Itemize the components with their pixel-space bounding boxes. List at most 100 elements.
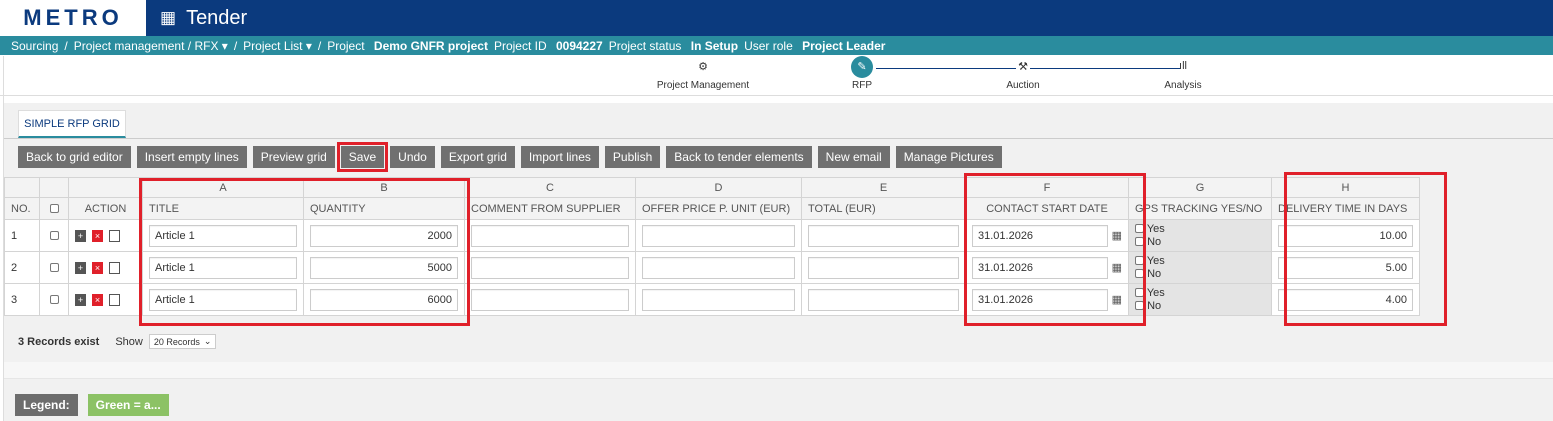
rfp-table: A B C D E F G H NO. ACTION TITLE QUANTIT… bbox=[4, 177, 1420, 316]
title-input[interactable]: Article 1 bbox=[149, 288, 297, 311]
contact-date-input[interactable]: 31.01.2026 bbox=[972, 288, 1108, 311]
back-to-grid-editor-button[interactable]: Back to grid editor bbox=[18, 146, 131, 168]
import-lines-button[interactable]: Import lines bbox=[520, 146, 599, 168]
new-email-button[interactable]: New email bbox=[817, 146, 890, 168]
export-grid-button[interactable]: Export grid bbox=[440, 146, 515, 168]
footer-band bbox=[4, 362, 1553, 379]
offer-price-input[interactable] bbox=[642, 288, 795, 311]
publish-button[interactable]: Publish bbox=[604, 146, 661, 168]
contact-date-input[interactable]: 31.01.2026 bbox=[972, 256, 1108, 279]
records-count: 3 Records exist bbox=[18, 335, 100, 348]
user-role: Project Leader bbox=[802, 38, 886, 53]
delivery-time-input[interactable]: 10.00 bbox=[1278, 224, 1413, 247]
contact-date-input[interactable]: 31.01.2026 bbox=[972, 224, 1108, 247]
breadcrumb-sourcing[interactable]: Sourcing bbox=[11, 39, 58, 53]
row-checkbox[interactable] bbox=[49, 263, 59, 273]
gps-no-checkbox[interactable] bbox=[1135, 301, 1144, 311]
gps-yes-label: Yes bbox=[1146, 254, 1165, 267]
calendar-icon[interactable]: ▦ bbox=[1112, 229, 1122, 242]
gps-yes-label: Yes bbox=[1146, 222, 1165, 235]
manage-pictures-button[interactable]: Manage Pictures bbox=[895, 146, 1002, 168]
rfp-grid: A B C D E F G H NO. ACTION TITLE QUANTIT… bbox=[4, 177, 1444, 317]
total-input[interactable] bbox=[808, 224, 959, 247]
project-label: Project Demo GNFR project bbox=[327, 38, 488, 53]
column-letter-c: C bbox=[464, 177, 636, 198]
chevron-down-icon: ⌄ bbox=[203, 336, 212, 346]
show-label: Show bbox=[115, 335, 143, 348]
back-to-tender-elements-button[interactable]: Back to tender elements bbox=[666, 146, 812, 168]
project-id: 0094227 bbox=[555, 38, 603, 53]
step-auction[interactable]: ⚒ Auction bbox=[953, 60, 1093, 91]
total-input[interactable] bbox=[808, 288, 959, 311]
table-row: 1 + × Article 1 2000 31.01.2026 ▦ Yes No … bbox=[4, 219, 1420, 252]
step-rfp[interactable]: ✎ RFP bbox=[792, 56, 932, 91]
breadcrumb-project-management[interactable]: Project management / RFX ▾ bbox=[74, 39, 228, 53]
column-letter-b: B bbox=[303, 177, 465, 198]
header-no: NO. bbox=[4, 197, 40, 220]
undo-button[interactable]: Undo bbox=[390, 146, 435, 168]
gps-yes-checkbox[interactable] bbox=[1135, 256, 1144, 266]
delete-row-icon[interactable]: × bbox=[92, 293, 103, 306]
breadcrumb: Sourcing / Project management / RFX ▾ / … bbox=[0, 36, 1553, 55]
quantity-input[interactable]: 2000 bbox=[310, 224, 458, 247]
title-input[interactable]: Article 1 bbox=[149, 256, 297, 279]
column-letter-h: H bbox=[1271, 177, 1420, 198]
app-header: METRO ▦ Tender bbox=[0, 0, 1553, 36]
metro-logo[interactable]: METRO bbox=[0, 0, 146, 36]
row-checkbox[interactable] bbox=[49, 231, 59, 241]
header-contact-start-date[interactable]: CONTACT START DATE bbox=[965, 197, 1129, 220]
header-gps-tracking[interactable]: GPS TRACKING YES/NO bbox=[1128, 197, 1272, 220]
header-total[interactable]: TOTAL (EUR) bbox=[801, 197, 966, 220]
comment-input[interactable] bbox=[471, 288, 629, 311]
gps-no-label: No bbox=[1147, 235, 1162, 248]
column-letter-f: F bbox=[965, 177, 1129, 198]
records-footer: 3 Records exist Show 20 Records ⌄ bbox=[18, 334, 217, 349]
copy-row-icon[interactable] bbox=[109, 293, 120, 306]
project-status-label: Project status In Setup bbox=[608, 38, 739, 53]
delivery-time-input[interactable]: 5.00 bbox=[1278, 256, 1413, 279]
insert-row-icon[interactable]: + bbox=[75, 229, 86, 242]
calendar-icon[interactable]: ▦ bbox=[1112, 261, 1122, 274]
gps-yes-checkbox[interactable] bbox=[1135, 288, 1144, 298]
header-offer-price[interactable]: OFFER PRICE P. UNIT (EUR) bbox=[635, 197, 802, 220]
offer-price-input[interactable] bbox=[642, 256, 795, 279]
delete-row-icon[interactable]: × bbox=[92, 229, 103, 242]
quantity-input[interactable]: 6000 bbox=[310, 288, 458, 311]
breadcrumb-project-list[interactable]: Project List ▾ bbox=[243, 39, 312, 53]
records-per-page-select[interactable]: 20 Records ⌄ bbox=[148, 334, 217, 349]
gps-no-checkbox[interactable] bbox=[1135, 237, 1144, 247]
column-letter-d: D bbox=[635, 177, 802, 198]
delete-row-icon[interactable]: × bbox=[92, 261, 103, 274]
step-analysis[interactable]: ıll Analysis bbox=[1113, 60, 1253, 91]
insert-row-icon[interactable]: + bbox=[75, 293, 86, 306]
insert-empty-lines-button[interactable]: Insert empty lines bbox=[136, 146, 247, 168]
step-project-management[interactable]: ⚙ Project Management bbox=[633, 60, 773, 91]
header-delivery-time[interactable]: DELIVERY TIME IN DAYS bbox=[1271, 197, 1420, 220]
offer-price-input[interactable] bbox=[642, 224, 795, 247]
comment-input[interactable] bbox=[471, 224, 629, 247]
delivery-time-input[interactable]: 4.00 bbox=[1278, 288, 1413, 311]
copy-row-icon[interactable] bbox=[109, 229, 120, 242]
insert-row-icon[interactable]: + bbox=[75, 261, 86, 274]
title-input[interactable]: Article 1 bbox=[149, 224, 297, 247]
row-number: 1 bbox=[4, 219, 40, 252]
copy-row-icon[interactable] bbox=[109, 261, 120, 274]
comment-input[interactable] bbox=[471, 256, 629, 279]
process-steps: ⚙ Project Management ✎ RFP ⚒ Auction ıll… bbox=[0, 56, 1553, 96]
row-checkbox[interactable] bbox=[49, 295, 59, 305]
preview-grid-button[interactable]: Preview grid bbox=[252, 146, 335, 168]
header-title[interactable]: TITLE bbox=[142, 197, 304, 220]
calendar-icon[interactable]: ▦ bbox=[1112, 293, 1122, 306]
gps-yes-label: Yes bbox=[1146, 286, 1165, 299]
header-comment[interactable]: COMMENT FROM SUPPLIER bbox=[464, 197, 636, 220]
gps-yes-checkbox[interactable] bbox=[1135, 224, 1144, 234]
tab-simple-rfp-grid[interactable]: SIMPLE RFP GRID bbox=[18, 110, 126, 138]
select-all-checkbox[interactable] bbox=[49, 204, 59, 214]
gps-no-checkbox[interactable] bbox=[1135, 269, 1144, 279]
header-quantity[interactable]: QUANTITY bbox=[303, 197, 465, 220]
quantity-input[interactable]: 5000 bbox=[310, 256, 458, 279]
gavel-icon: ⚒ bbox=[1018, 61, 1028, 73]
save-button[interactable]: Save bbox=[336, 142, 389, 172]
bar-chart-icon: ıll bbox=[1179, 60, 1187, 72]
total-input[interactable] bbox=[808, 256, 959, 279]
